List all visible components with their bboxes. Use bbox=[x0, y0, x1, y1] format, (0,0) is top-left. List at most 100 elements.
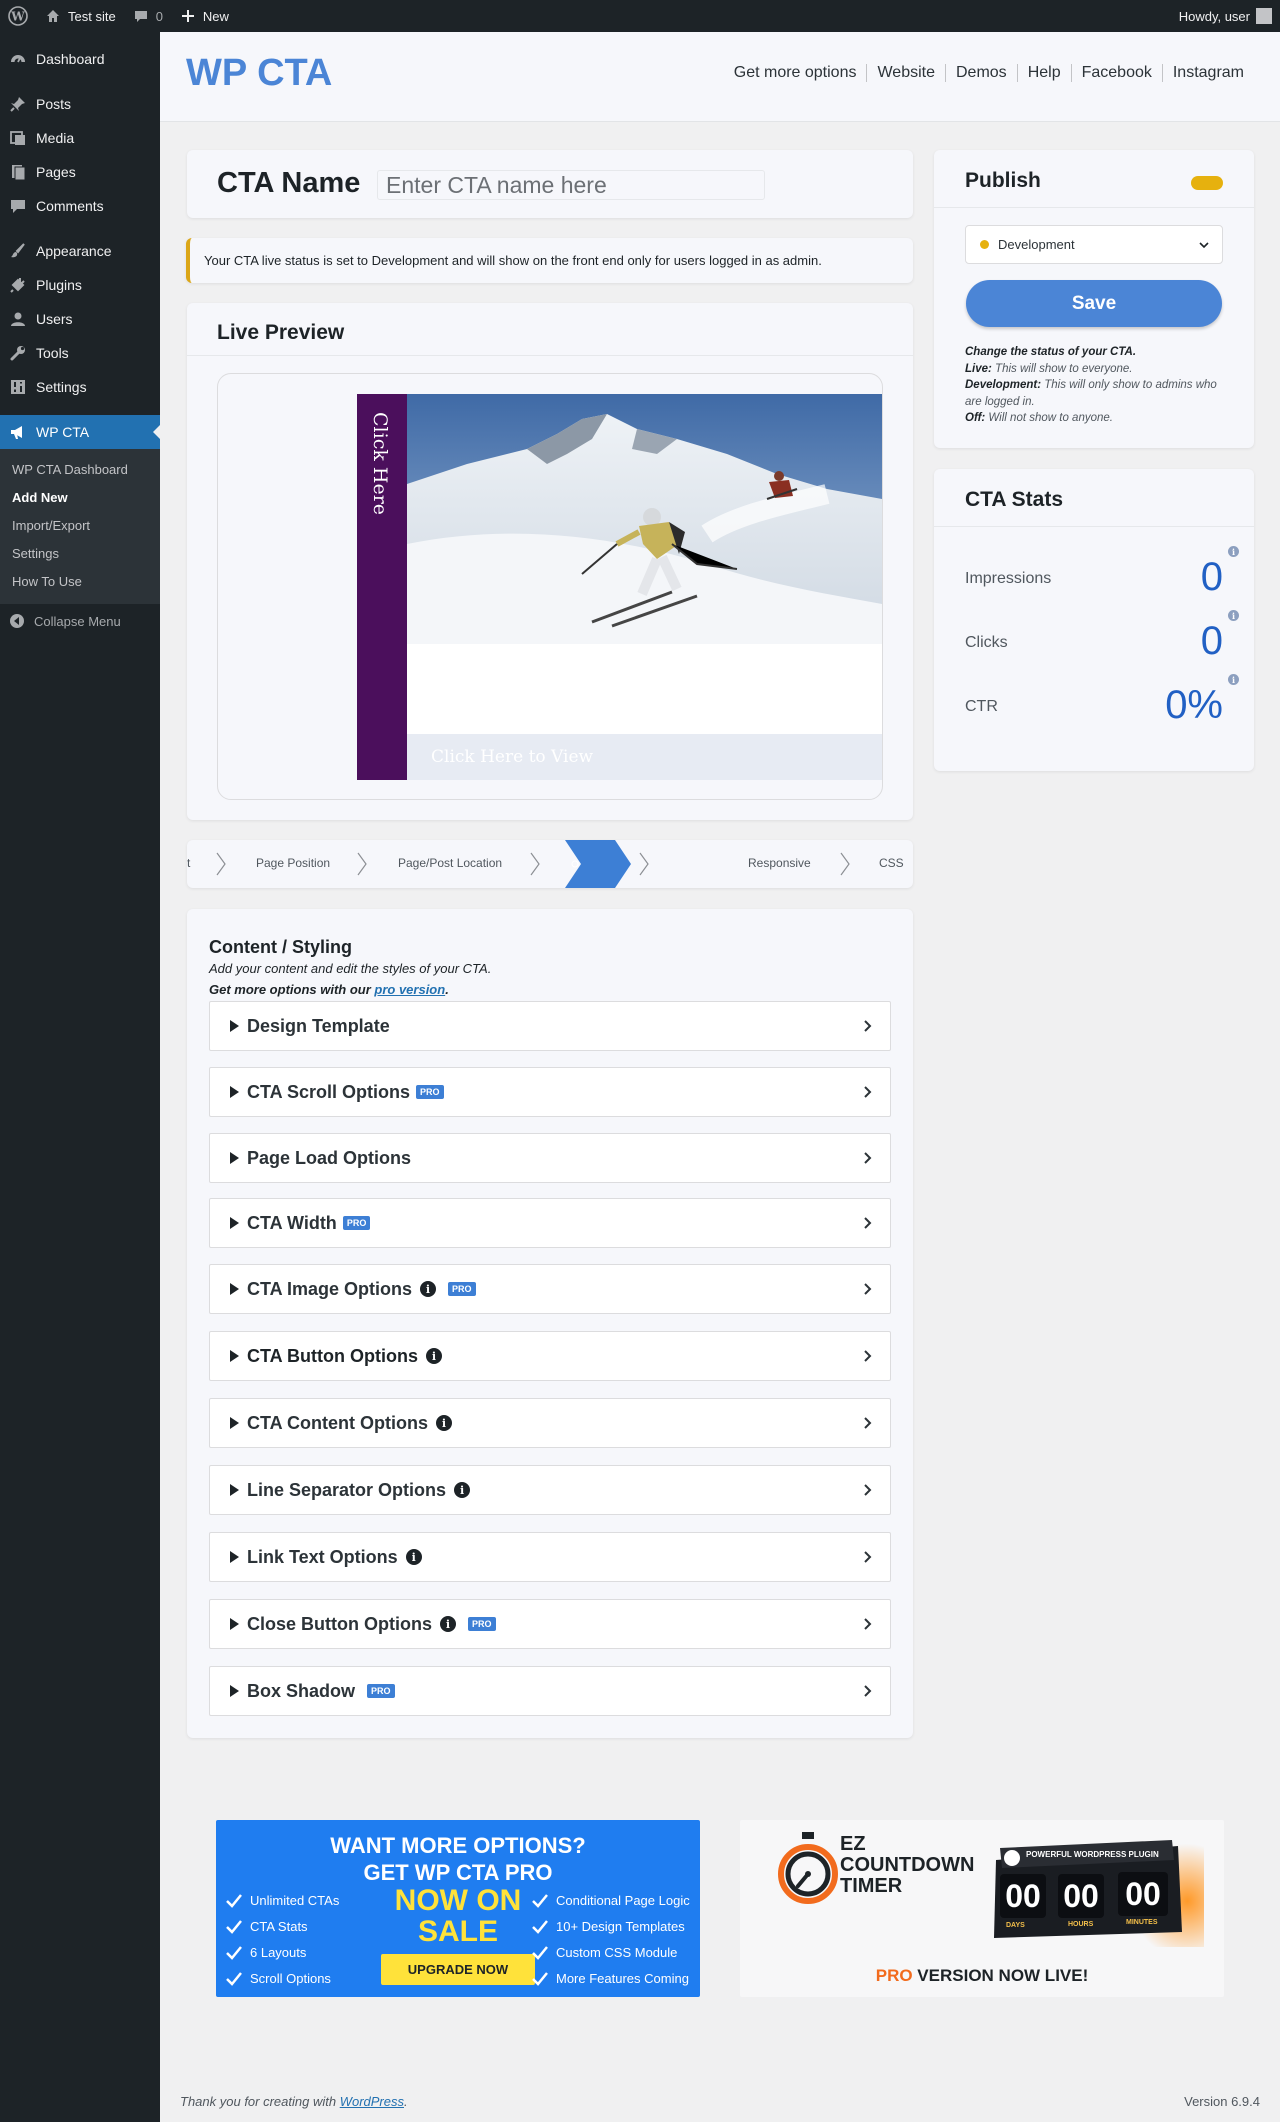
promo-headline: WANT MORE OPTIONS? bbox=[330, 1833, 586, 1858]
footer-version: Version 6.9.4 bbox=[1184, 2094, 1260, 2109]
collapse-arrow-icon bbox=[8, 612, 26, 630]
publish-status-toggle[interactable] bbox=[1191, 176, 1223, 190]
step-page-position[interactable]: Page Position bbox=[256, 856, 330, 870]
new-label: New bbox=[202, 8, 229, 24]
sidebar-item-plugins[interactable]: Plugins bbox=[0, 268, 160, 302]
sidebar-item-label: Pages bbox=[36, 164, 76, 180]
accordion-box-shadow[interactable]: Box Shadow PRO bbox=[209, 1666, 891, 1716]
stat-label: Clicks bbox=[965, 634, 1008, 651]
wordpress-link[interactable]: WordPress bbox=[340, 2094, 404, 2109]
sidebar-item-users[interactable]: Users bbox=[0, 302, 160, 336]
triangle-right-icon bbox=[230, 1020, 239, 1032]
sidebar-item-dashboard[interactable]: Dashboard bbox=[0, 42, 160, 76]
accordion-page-load-options[interactable]: Page Load Options bbox=[209, 1133, 891, 1183]
submenu-item-settings[interactable]: Settings bbox=[0, 540, 160, 568]
sidebar-item-wp-cta[interactable]: WP CTA bbox=[0, 415, 160, 449]
submenu-item-add-new[interactable]: Add New bbox=[0, 484, 160, 512]
accordion-cta-image-options[interactable]: CTA Image Options i PRO bbox=[209, 1264, 891, 1314]
step-page-post-location[interactable]: Page/Post Location bbox=[398, 856, 502, 870]
nav-instagram[interactable]: Instagram bbox=[1161, 64, 1254, 82]
stat-value: 0 bbox=[1200, 619, 1223, 663]
my-account-link[interactable]: Howdy, user bbox=[1171, 0, 1280, 32]
ez-title-line: TIMER bbox=[840, 1875, 903, 1897]
footer-thanks-suffix: . bbox=[404, 2094, 408, 2109]
step-css[interactable]: CSS bbox=[879, 856, 904, 870]
cta-link-bar[interactable]: Click Here to View bbox=[407, 734, 882, 780]
wp-cta-pro-banner[interactable]: WANT MORE OPTIONS? GET WP CTA PRO Unlimi… bbox=[216, 1820, 700, 1997]
new-content-link[interactable]: New bbox=[171, 0, 237, 32]
step-responsive[interactable]: Responsive bbox=[748, 856, 811, 870]
cta-name-input[interactable]: Enter CTA name here bbox=[377, 170, 765, 200]
submenu-item-import-export[interactable]: Import/Export bbox=[0, 512, 160, 540]
upgrade-now-button[interactable]: UPGRADE NOW bbox=[381, 1954, 535, 1985]
ez-title-line: COUNTDOWN bbox=[840, 1854, 975, 1876]
info-icon[interactable]: i bbox=[405, 1549, 422, 1565]
promo-feature: 6 Layouts bbox=[226, 1940, 339, 1966]
accordion-cta-content-options[interactable]: CTA Content Options i bbox=[209, 1398, 891, 1448]
chevron-right-icon bbox=[864, 1551, 872, 1563]
comments-link[interactable]: 0 bbox=[124, 0, 171, 32]
sidebar-item-posts[interactable]: Posts bbox=[0, 87, 160, 121]
promo-sale-text: NOW ON SALE bbox=[371, 1885, 545, 1947]
accordion-cta-button-options[interactable]: CTA Button Options i bbox=[209, 1331, 891, 1381]
nav-demos[interactable]: Demos bbox=[945, 64, 1017, 82]
admin-sidebar: Dashboard Posts Media Pages Comments App… bbox=[0, 32, 160, 2122]
accordion-design-template[interactable]: Design Template bbox=[209, 1001, 891, 1051]
promo-feature: Conditional Page Logic bbox=[532, 1888, 690, 1914]
promo-feature: Custom CSS Module bbox=[532, 1940, 690, 1966]
accordion-line-separator-options[interactable]: Line Separator Options i bbox=[209, 1465, 891, 1515]
plug-icon bbox=[8, 275, 28, 295]
submenu-item-dashboard[interactable]: WP CTA Dashboard bbox=[0, 456, 160, 484]
accordion-link-text-options[interactable]: Link Text Options i bbox=[209, 1532, 891, 1582]
pro-badge: PRO bbox=[416, 1085, 444, 1099]
sidebar-item-tools[interactable]: Tools bbox=[0, 336, 160, 370]
sidebar-item-media[interactable]: Media bbox=[0, 121, 160, 155]
info-icon[interactable]: i bbox=[420, 1281, 437, 1297]
site-name-link[interactable]: Test site bbox=[36, 0, 124, 32]
chevron-right-icon bbox=[530, 852, 540, 876]
nav-get-more-options[interactable]: Get more options bbox=[724, 64, 867, 82]
step-active-arrow[interactable] bbox=[565, 840, 631, 888]
info-icon[interactable]: i bbox=[1228, 546, 1239, 557]
sidebar-item-appearance[interactable]: Appearance bbox=[0, 234, 160, 268]
content-styling-card: Content / Styling Add your content and e… bbox=[187, 909, 913, 1738]
status-select[interactable]: Development bbox=[965, 225, 1223, 264]
promo-feature-list-left: Unlimited CTAs CTA Stats 6 Layouts Scrol… bbox=[226, 1888, 339, 1992]
plugin-logo: WP CTA bbox=[186, 52, 333, 94]
accordion-close-button-options[interactable]: Close Button Options i PRO bbox=[209, 1599, 891, 1649]
info-icon[interactable]: i bbox=[425, 1348, 442, 1364]
chevron-right-icon bbox=[864, 1283, 872, 1295]
sidebar-item-comments[interactable]: Comments bbox=[0, 189, 160, 223]
pro-version-link[interactable]: pro version bbox=[374, 982, 445, 997]
info-icon[interactable]: i bbox=[1228, 674, 1239, 685]
info-icon[interactable]: i bbox=[454, 1482, 471, 1498]
sidebar-item-settings[interactable]: Settings bbox=[0, 370, 160, 404]
dashboard-icon bbox=[8, 49, 28, 69]
collapse-menu-button[interactable]: Collapse Menu bbox=[0, 604, 160, 638]
info-icon[interactable]: i bbox=[435, 1415, 452, 1431]
info-icon[interactable]: i bbox=[439, 1616, 456, 1632]
cta-tab[interactable]: Click Here bbox=[357, 394, 407, 780]
ez-countdown-banner[interactable]: EZ COUNTDOWN TIMER POWERFUL WORDPRESS PL… bbox=[740, 1820, 1224, 1997]
nav-facebook[interactable]: Facebook bbox=[1070, 64, 1162, 82]
submenu-item-how-to-use[interactable]: How To Use bbox=[0, 568, 160, 596]
sidebar-item-pages[interactable]: Pages bbox=[0, 155, 160, 189]
publish-title: Publish bbox=[965, 169, 1041, 192]
promo-feature-text: Conditional Page Logic bbox=[556, 1893, 690, 1908]
accordion-cta-scroll-options[interactable]: CTA Scroll Options PRO bbox=[209, 1067, 891, 1117]
chevron-right-icon bbox=[864, 1417, 872, 1429]
chevron-right-icon bbox=[357, 852, 367, 876]
sidebar-item-label: Dashboard bbox=[36, 51, 105, 67]
nav-website[interactable]: Website bbox=[866, 64, 945, 82]
save-button[interactable]: Save bbox=[966, 280, 1222, 327]
pro-note-suffix: . bbox=[445, 982, 449, 997]
info-icon[interactable]: i bbox=[1228, 610, 1239, 621]
wordpress-logo-button[interactable]: W bbox=[0, 0, 36, 32]
accordion-cta-width[interactable]: CTA Width PRO bbox=[209, 1198, 891, 1248]
step-previous-tail[interactable]: t bbox=[187, 856, 190, 870]
checkmark-icon bbox=[532, 1946, 548, 1960]
triangle-right-icon bbox=[230, 1484, 239, 1496]
triangle-right-icon bbox=[230, 1152, 239, 1164]
triangle-right-icon bbox=[230, 1350, 239, 1362]
nav-help[interactable]: Help bbox=[1016, 64, 1071, 82]
